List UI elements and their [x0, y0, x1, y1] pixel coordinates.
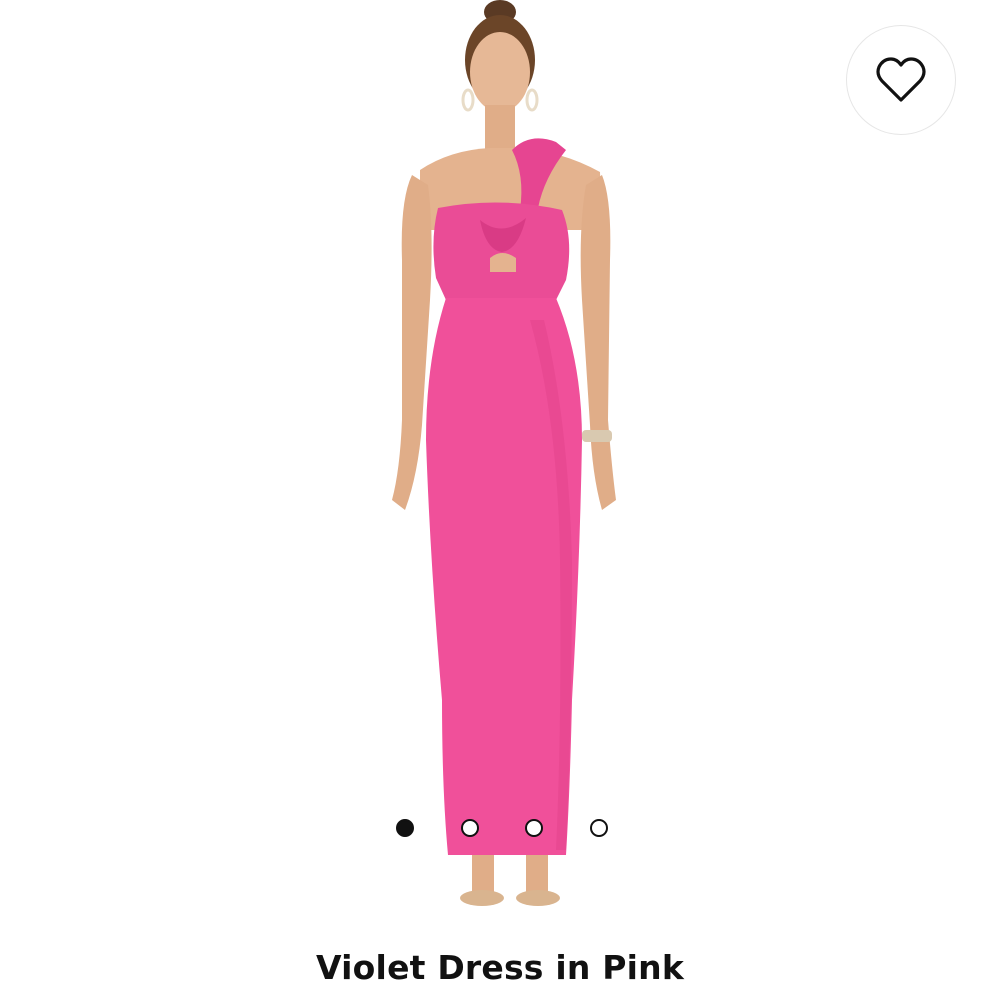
- carousel-dot-2[interactable]: [460, 819, 479, 837]
- product-title: Violet Dress in Pink: [316, 948, 684, 987]
- wishlist-button[interactable]: [846, 25, 956, 135]
- carousel-dot-3[interactable]: [525, 819, 544, 837]
- product-image[interactable]: [330, 0, 670, 930]
- product-page: Violet Dress in Pink: [0, 0, 1000, 1000]
- carousel-dot-1[interactable]: [396, 819, 414, 837]
- heart-outline-icon: [876, 57, 926, 102]
- model-illustration: [392, 0, 616, 906]
- carousel-dots: [396, 817, 608, 839]
- carousel-dot-4[interactable]: [589, 819, 608, 837]
